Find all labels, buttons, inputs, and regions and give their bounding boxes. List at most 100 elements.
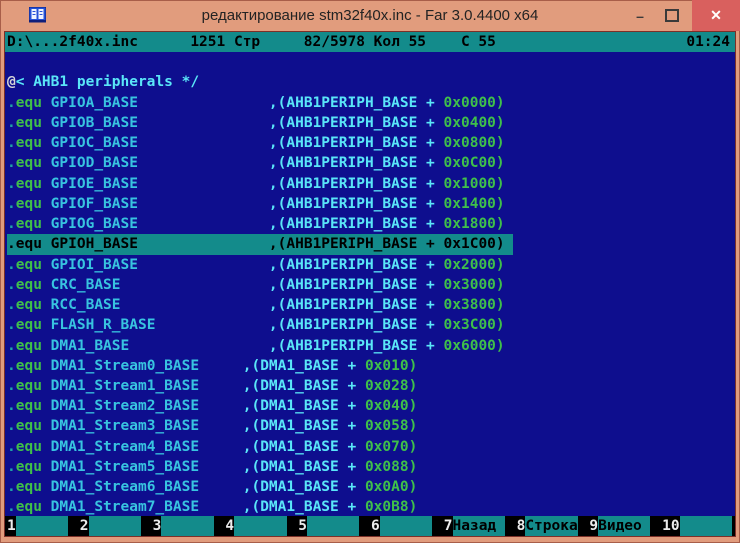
- close-button[interactable]: ✕: [692, 0, 740, 31]
- code-token: 0x3000): [443, 276, 505, 293]
- fkey-2[interactable]: 2: [80, 515, 153, 536]
- code-token: 0x1C00): [443, 236, 505, 253]
- code-token: .: [7, 337, 16, 354]
- code-token: DMA1_Stream2_BASE: [41, 398, 243, 415]
- code-token: .: [7, 94, 16, 111]
- code-token: DMA1_Stream7_BASE: [41, 499, 243, 516]
- fkey-7[interactable]: 7 Назад: [444, 515, 517, 536]
- code-token: ,(AHB1PERIPH_BASE +: [268, 94, 444, 111]
- code-line[interactable]: .equ DMA1_Stream0_BASE ,(DMA1_BASE + 0x0…: [5, 356, 735, 376]
- code-line[interactable]: .equ GPIOE_BASE ,(AHB1PERIPH_BASE + 0x10…: [5, 174, 735, 194]
- code-token: GPIOH_BASE: [41, 236, 269, 253]
- fkey-number: 1: [7, 517, 16, 534]
- code-token: DMA1_Stream6_BASE: [41, 479, 243, 496]
- code-line[interactable]: .equ DMA1_Stream4_BASE ,(DMA1_BASE + 0x0…: [5, 437, 735, 457]
- fkey-label: [161, 515, 214, 536]
- fkey-8[interactable]: 8 Строка: [517, 515, 590, 536]
- fkey-number: 5: [298, 517, 307, 534]
- fkey-9[interactable]: 9 Видео: [589, 515, 662, 536]
- code-token: equ: [15, 276, 42, 293]
- code-token: equ: [15, 195, 42, 212]
- code-token: .: [7, 317, 16, 334]
- maximize-button[interactable]: [656, 0, 688, 31]
- code-line[interactable]: .equ GPIOI_BASE ,(AHB1PERIPH_BASE + 0x20…: [5, 255, 735, 275]
- code-token: RCC_BASE: [41, 297, 269, 314]
- fkey-number: 9: [589, 517, 599, 534]
- code-line[interactable]: .equ DMA1_Stream6_BASE ,(DMA1_BASE + 0x0…: [5, 477, 735, 497]
- code-token: .: [7, 499, 16, 516]
- code-token: .: [7, 398, 16, 415]
- code-line[interactable]: .equ GPIOF_BASE ,(AHB1PERIPH_BASE + 0x14…: [5, 194, 735, 214]
- editor-lines[interactable]: @< AHB1 peripherals */.equ GPIOA_BASE ,(…: [5, 52, 735, 516]
- fkey-6[interactable]: 6: [371, 515, 444, 536]
- code-line[interactable]: .equ DMA1_Stream5_BASE ,(DMA1_BASE + 0x0…: [5, 457, 735, 477]
- fkey-gap: [214, 516, 226, 536]
- maximize-icon: [665, 9, 679, 22]
- code-token: DMA1_Stream0_BASE: [41, 357, 243, 374]
- code-token: 0x6000): [443, 337, 505, 354]
- far-manager-window: редактирование stm32f40x.inc - Far 3.0.4…: [0, 0, 740, 543]
- fkey-5[interactable]: 5: [298, 515, 371, 536]
- code-line[interactable]: .equ DMA1_BASE ,(AHB1PERIPH_BASE + 0x600…: [5, 336, 735, 356]
- code-line[interactable]: .equ DMA1_Stream2_BASE ,(DMA1_BASE + 0x0…: [5, 396, 735, 416]
- code-line[interactable]: .equ DMA1_Stream7_BASE ,(DMA1_BASE + 0x0…: [5, 497, 735, 515]
- code-token: equ: [15, 418, 42, 435]
- fkey-10[interactable]: 10: [662, 515, 735, 536]
- code-token: ,(AHB1PERIPH_BASE +: [268, 155, 444, 172]
- code-token: ,(DMA1_BASE +: [242, 398, 365, 415]
- code-line[interactable]: .equ RCC_BASE ,(AHB1PERIPH_BASE + 0x3800…: [5, 295, 735, 315]
- code-token: ,(AHB1PERIPH_BASE +: [268, 236, 444, 253]
- code-token: 0x1800): [443, 216, 505, 233]
- fkey-label: [379, 515, 433, 536]
- code-token: 0x1000): [443, 175, 505, 192]
- code-token: 0x0A0): [364, 479, 418, 496]
- code-token: 0x028): [364, 377, 418, 394]
- code-token: < AHB1 peripherals */: [15, 74, 200, 91]
- code-token: ,(DMA1_BASE +: [242, 357, 365, 374]
- fkey-label: Строка: [525, 515, 578, 536]
- function-key-bar: 1 2 3 4 5 6 7 Назад 8 Строка 9 Видео 10: [5, 515, 735, 536]
- code-line[interactable]: .equ GPIOH_BASE ,(AHB1PERIPH_BASE + 0x1C…: [5, 234, 735, 255]
- code-token: equ: [15, 357, 42, 374]
- code-line[interactable]: .equ GPIOG_BASE ,(AHB1PERIPH_BASE + 0x18…: [5, 214, 735, 234]
- fkey-1[interactable]: 1: [7, 515, 80, 536]
- code-token: ,(AHB1PERIPH_BASE +: [268, 195, 444, 212]
- code-line[interactable]: .equ FLASH_R_BASE ,(AHB1PERIPH_BASE + 0x…: [5, 315, 735, 335]
- fkey-3[interactable]: 3: [152, 515, 226, 536]
- code-token: DMA1_BASE: [41, 337, 269, 354]
- code-token: ,(AHB1PERIPH_BASE +: [268, 216, 444, 233]
- code-token: .: [7, 114, 16, 131]
- code-token: ,(DMA1_BASE +: [242, 499, 365, 516]
- minimize-button[interactable]: –: [624, 0, 656, 31]
- fkey-gap: [287, 516, 299, 536]
- code-token: equ: [15, 297, 42, 314]
- fkey-4[interactable]: 4: [225, 515, 299, 536]
- code-token: 0x070): [364, 438, 418, 455]
- far-icon[interactable]: [29, 7, 46, 23]
- fkey-label: [679, 515, 733, 536]
- code-line[interactable]: .equ GPIOD_BASE ,(AHB1PERIPH_BASE + 0x0C…: [5, 153, 735, 173]
- code-line[interactable]: .equ DMA1_Stream3_BASE ,(DMA1_BASE + 0x0…: [5, 416, 735, 436]
- code-line[interactable]: .equ GPIOB_BASE ,(AHB1PERIPH_BASE + 0x04…: [5, 113, 735, 133]
- code-line[interactable]: .equ GPIOC_BASE ,(AHB1PERIPH_BASE + 0x08…: [5, 133, 735, 153]
- code-line[interactable]: @< AHB1 peripherals */: [5, 72, 735, 92]
- code-token: 0x088): [364, 458, 418, 475]
- code-token: .: [7, 377, 16, 394]
- fkey-label: [15, 515, 69, 536]
- code-token: ,(DMA1_BASE +: [242, 458, 365, 475]
- code-line[interactable]: [5, 52, 735, 72]
- code-token: equ: [15, 337, 42, 354]
- fkey-number: 3: [152, 517, 162, 534]
- code-token: 0x0C00): [443, 155, 505, 172]
- code-line[interactable]: .equ GPIOA_BASE ,(AHB1PERIPH_BASE + 0x00…: [5, 93, 735, 113]
- code-line[interactable]: .equ CRC_BASE ,(AHB1PERIPH_BASE + 0x3000…: [5, 275, 735, 295]
- code-token: equ: [15, 155, 42, 172]
- fkey-label: [306, 515, 360, 536]
- code-token: equ: [15, 398, 42, 415]
- code-token: ,(AHB1PERIPH_BASE +: [268, 114, 444, 131]
- code-token: ,(AHB1PERIPH_BASE +: [268, 297, 444, 314]
- code-line[interactable]: .equ DMA1_Stream1_BASE ,(DMA1_BASE + 0x0…: [5, 376, 735, 396]
- code-token: GPIOC_BASE: [41, 135, 269, 152]
- code-token: equ: [15, 458, 42, 475]
- window-title: редактирование stm32f40x.inc - Far 3.0.4…: [201, 7, 539, 24]
